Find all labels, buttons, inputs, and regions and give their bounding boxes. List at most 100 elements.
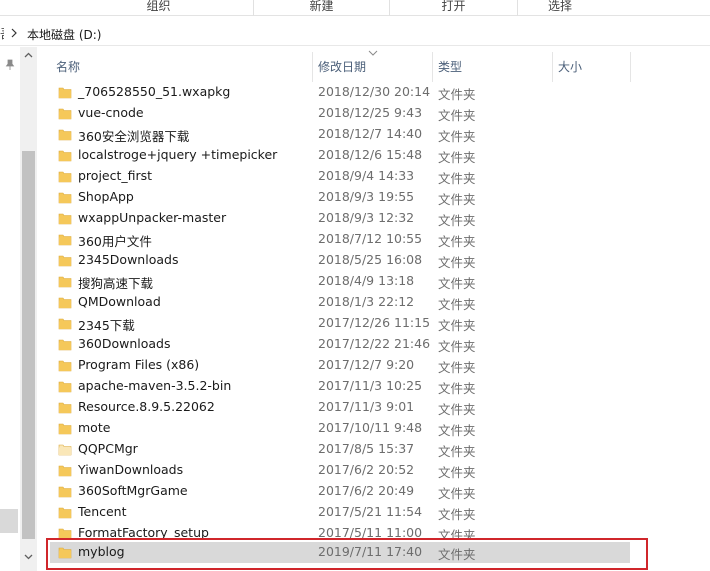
column-header-type[interactable]: 类型 xyxy=(432,52,552,82)
file-row[interactable]: _706528550_51.wxapkg 2018/12/30 20:14 文件夹 xyxy=(50,82,630,103)
file-row[interactable]: apache-maven-3.5.2-bin 2017/11/3 10:25 文件夹 xyxy=(50,376,630,397)
folder-icon xyxy=(58,547,72,559)
file-row[interactable]: YiwanDownloads 2017/6/2 20:52 文件夹 xyxy=(50,460,630,481)
chevron-right-icon[interactable] xyxy=(10,27,18,39)
file-modified-date: 2018/12/25 9:43 xyxy=(318,105,423,120)
file-modified-date: 2018/9/3 19:55 xyxy=(318,189,415,204)
file-modified-date: 2018/4/9 13:18 xyxy=(318,273,415,288)
file-type: 文件夹 xyxy=(438,547,476,562)
address-bar-clipped-text: 吾 xyxy=(0,25,4,42)
file-row[interactable]: QMDownload 2018/1/3 22:12 文件夹 xyxy=(50,292,630,313)
file-name: 搜狗高速下载 xyxy=(78,276,154,291)
file-row[interactable]: 360安全浏览器下载 2018/12/7 14:40 文件夹 xyxy=(50,124,630,145)
file-row[interactable]: mote 2017/10/11 9:48 文件夹 xyxy=(50,418,630,439)
file-modified-date: 2017/10/11 9:48 xyxy=(318,420,423,435)
scroll-down-arrow-icon[interactable] xyxy=(20,548,37,565)
file-row[interactable]: 360Downloads 2017/12/22 21:46 文件夹 xyxy=(50,334,630,355)
column-header-label: 类型 xyxy=(438,60,463,74)
file-type: 文件夹 xyxy=(438,507,476,522)
folder-icon xyxy=(58,339,72,351)
file-list: _706528550_51.wxapkg 2018/12/30 20:14 文件夹 v… xyxy=(50,82,650,563)
folder-icon xyxy=(58,465,72,477)
file-row[interactable]: Resource.8.9.5.22062 2017/11/3 9:01 文件夹 xyxy=(50,397,630,418)
ribbon-group-organize[interactable]: 组织 xyxy=(64,0,254,16)
file-name: myblog xyxy=(78,544,125,559)
ribbon-group-select[interactable]: 选择 xyxy=(518,0,602,16)
address-bar[interactable]: 吾 本地磁盘 (D:) xyxy=(0,22,710,46)
file-row[interactable]: Tencent 2017/5/21 11:54 文件夹 xyxy=(50,502,630,523)
folder-icon xyxy=(58,276,72,288)
column-header-row: 名称 修改日期 类型 大小 xyxy=(50,50,710,82)
folder-icon xyxy=(58,87,72,99)
folder-icon xyxy=(58,444,72,456)
file-row[interactable]: FormatFactory_setup 2017/5/11 11:00 文件夹 xyxy=(50,523,630,540)
file-type: 文件夹 xyxy=(438,465,476,480)
file-row[interactable]: 搜狗高速下载 2018/4/9 13:18 文件夹 xyxy=(50,271,630,292)
ribbon-group-label: 选择 xyxy=(547,0,572,13)
scrollbar-thumb[interactable] xyxy=(22,151,35,539)
file-type: 文件夹 xyxy=(438,150,476,165)
file-name: 360Downloads xyxy=(78,336,171,351)
file-row[interactable]: 2345Downloads 2018/5/25 16:08 文件夹 xyxy=(50,250,630,271)
file-type: 文件夹 xyxy=(438,402,476,417)
ribbon-group-new[interactable]: 新建 xyxy=(254,0,390,16)
file-row[interactable]: Program Files (x86) 2017/12/7 9:20 文件夹 xyxy=(50,355,630,376)
pin-icon[interactable] xyxy=(5,59,15,71)
folder-icon xyxy=(58,297,72,309)
vertical-scrollbar[interactable] xyxy=(20,47,37,571)
folder-icon xyxy=(58,213,72,225)
file-type: 文件夹 xyxy=(438,108,476,123)
file-type: 文件夹 xyxy=(438,234,476,249)
folder-icon xyxy=(58,129,72,141)
file-modified-date: 2017/12/7 9:20 xyxy=(318,357,415,372)
column-divider[interactable] xyxy=(630,52,631,82)
file-row[interactable]: wxappUnpacker-master 2018/9/3 12:32 文件夹 xyxy=(50,208,630,229)
file-modified-date: 2018/9/3 12:32 xyxy=(318,210,415,225)
file-type: 文件夹 xyxy=(438,213,476,228)
file-name: Tencent xyxy=(78,504,127,519)
file-row[interactable]: project_first 2018/9/4 14:33 文件夹 xyxy=(50,166,630,187)
ribbon-group-open[interactable]: 打开 xyxy=(390,0,518,16)
folder-icon xyxy=(58,318,72,330)
folder-icon xyxy=(58,381,72,393)
folder-icon xyxy=(58,402,72,414)
file-row[interactable]: ShopApp 2018/9/3 19:55 文件夹 xyxy=(50,187,630,208)
file-row[interactable]: vue-cnode 2018/12/25 9:43 文件夹 xyxy=(50,103,630,124)
ribbon-group-label: 打开 xyxy=(441,0,466,13)
column-header-label: 大小 xyxy=(558,60,583,74)
sort-descending-icon xyxy=(368,50,378,56)
folder-icon xyxy=(58,360,72,372)
column-header-modified[interactable]: 修改日期 xyxy=(312,52,432,82)
ribbon-group-label: 新建 xyxy=(309,0,334,13)
file-type: 文件夹 xyxy=(438,255,476,270)
file-modified-date: 2018/12/30 20:14 xyxy=(318,84,431,99)
file-modified-date: 2017/12/26 11:15 xyxy=(318,315,431,330)
file-name: QQPCMgr xyxy=(78,441,138,456)
file-type: 文件夹 xyxy=(438,360,476,375)
file-name: 360SoftMgrGame xyxy=(78,483,188,498)
file-row[interactable]: myblog 2019/7/11 17:40 文件夹 xyxy=(50,542,630,563)
navigation-selected-item[interactable] xyxy=(0,509,18,533)
file-row[interactable]: 2345下载 2017/12/26 11:15 文件夹 xyxy=(50,313,630,334)
file-name: 360安全浏览器下载 xyxy=(78,129,190,144)
file-name: QMDownload xyxy=(78,294,161,309)
file-type: 文件夹 xyxy=(438,444,476,459)
file-row[interactable]: 360SoftMgrGame 2017/6/2 20:49 文件夹 xyxy=(50,481,630,502)
file-modified-date: 2017/11/3 9:01 xyxy=(318,399,415,414)
file-type: 文件夹 xyxy=(438,423,476,438)
file-modified-date: 2017/11/3 10:25 xyxy=(318,378,423,393)
navigation-pane[interactable] xyxy=(0,47,20,571)
column-header-name[interactable]: 名称 xyxy=(50,52,312,82)
file-name: 2345下载 xyxy=(78,318,135,333)
breadcrumb-current-drive[interactable]: 本地磁盘 (D:) xyxy=(27,26,101,43)
file-row[interactable]: QQPCMgr 2017/8/5 15:37 文件夹 xyxy=(50,439,630,460)
scroll-up-arrow-icon[interactable] xyxy=(20,47,37,64)
file-modified-date: 2019/7/11 17:40 xyxy=(318,544,423,559)
file-type: 文件夹 xyxy=(438,381,476,396)
file-row[interactable]: localstroge+jquery +timepicker 2018/12/6 … xyxy=(50,145,630,166)
file-row[interactable]: 360用户文件 2018/7/12 10:55 文件夹 xyxy=(50,229,630,250)
column-header-size[interactable]: 大小 xyxy=(552,52,630,82)
file-modified-date: 2017/5/11 11:00 xyxy=(318,525,423,540)
file-type: 文件夹 xyxy=(438,297,476,312)
file-name: FormatFactory_setup xyxy=(78,525,209,540)
